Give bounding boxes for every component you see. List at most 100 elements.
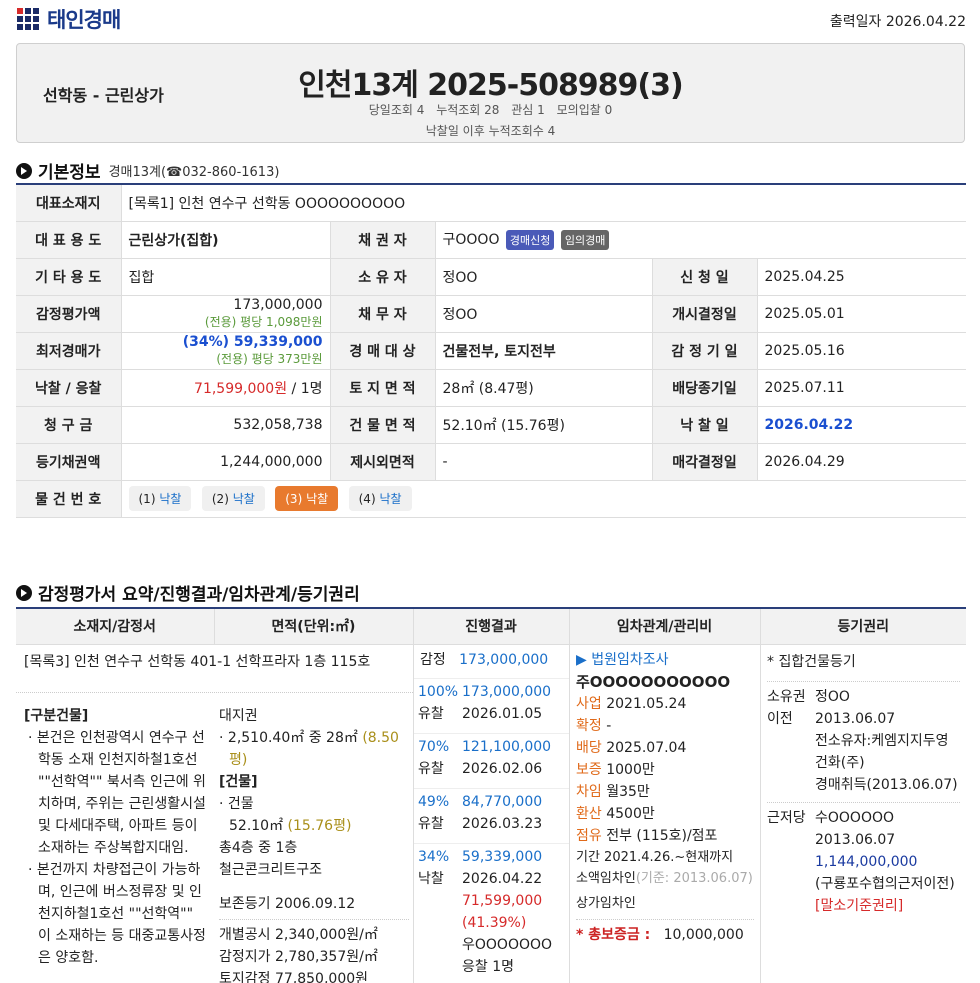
progress-column: 감정 173,000,000 100% 173,000,000 유찰 2026.01.…: [413, 643, 569, 983]
other-use-label: 기 타 용 도: [16, 258, 121, 296]
transfer-label: 이전: [767, 711, 793, 727]
min-price-cell: (34%) 59,339,000 (전용) 평당 373만원: [120, 332, 330, 370]
building-area: 52.10㎡ (15.76평): [434, 406, 652, 444]
item-no: (3): [285, 492, 303, 506]
owner: 정OO: [815, 689, 850, 705]
item-address: [목록3] 인천 연수구 선학동 401-1 선학프라자 1층 115호: [16, 643, 413, 693]
area-text: 2,510.40㎡ 중 28㎡: [227, 730, 358, 746]
stat-mock-bid: 모의입찰 0: [556, 103, 613, 117]
item-no: (4): [358, 492, 376, 506]
price: 121,100,000: [462, 739, 552, 755]
owner-label: 소 유 자: [329, 258, 435, 296]
apply-date: 2025.04.25: [756, 258, 966, 296]
official-price: 개별공시 2,340,000원/㎡: [219, 927, 378, 943]
val: -: [601, 718, 612, 734]
debtor-label: 채 무 자: [329, 295, 435, 333]
registry-detail: * 집합건물등기 소유권 정OO 이전 2013.06.07 전소유자:케엠지지두영…: [761, 643, 966, 917]
val: 4500만: [601, 806, 655, 822]
excluded-area-label: 제시외면적: [329, 443, 435, 481]
building-area-label: 건 물 면 적: [329, 406, 435, 444]
section-bullet-icon: [16, 162, 32, 179]
land-right-label: 대지권: [219, 708, 258, 724]
mortgage-date: 2013.06.07: [815, 832, 896, 848]
progress-round-4: 34% 59,339,000 낙찰 2026.04.22 71,599,000 (4…: [414, 844, 569, 978]
top-bar: 태인경매 출력일자 2026.04.22: [0, 0, 980, 40]
court-tenant-survey-link[interactable]: ▶ 법원임차조사: [576, 649, 754, 671]
key: 점유: [576, 828, 602, 844]
price: 173,000,000: [462, 684, 552, 700]
col-rent: 임차관계/관리비: [568, 607, 760, 645]
progress-round-2: 70% 121,100,000 유찰 2026.02.06: [414, 734, 569, 789]
item-status: 낙찰: [379, 492, 402, 506]
creditor-label: 채 권 자: [329, 221, 435, 259]
mortgage-note: (구룡포수협의근저이전): [815, 876, 955, 892]
logo[interactable]: 태인경매: [17, 4, 121, 34]
key: 확정: [576, 718, 602, 734]
badge-auction-apply: 경매신청: [505, 230, 555, 250]
key: 사업: [576, 696, 602, 712]
other-use: 집합: [120, 258, 330, 296]
status: 유찰: [418, 706, 444, 722]
print-date: 출력일자 2026.04.22: [829, 14, 966, 30]
progress-round-1: 100% 173,000,000 유찰 2026.01.05: [414, 679, 569, 734]
building-description: [구분건물] · 본건은 인천광역시 연수구 선학동 소재 인천지하철1호선 "…: [16, 705, 215, 969]
floor-info: 총4층 중 1층: [219, 840, 298, 856]
key: 배당: [576, 740, 602, 756]
status: 낙찰: [418, 871, 444, 887]
start-date: 2025.05.01: [756, 295, 966, 333]
excluded-area: -: [434, 443, 652, 481]
registry-column: * 집합건물등기 소유권 정OO 이전 2013.06.07 전소유자:케엠지지두영…: [760, 643, 966, 983]
min-price-per-pyeong: (전용) 평당 373만원: [216, 352, 323, 366]
sale-decision-label: 매각결정일: [651, 443, 757, 481]
building-area-row: 52.10㎡ (15.76평): [219, 815, 409, 837]
claim-amount: 532,058,738: [120, 406, 330, 444]
total-deposit-label: * 총보증금 :: [576, 927, 651, 943]
item-tab-4[interactable]: (4) 낙찰: [348, 486, 412, 511]
claim-label: 청 구 금: [16, 406, 121, 444]
key: 차임: [576, 784, 602, 800]
appraised-land-price: 감정지가 2,780,357원/㎡: [219, 949, 378, 965]
col-progress: 진행결과: [412, 607, 569, 645]
cancellation-base-right: [말소기준권리]: [815, 898, 904, 914]
bidder-count: / 1명: [287, 380, 323, 397]
area-detail: 대지권 · 2,510.40㎡ 중 28㎡ (8.50평) [건물] · 건물 …: [215, 705, 413, 983]
stat-interest: 관심 1: [511, 103, 545, 117]
appraisal-date: 2025.05.16: [756, 332, 966, 370]
date: 2026.02.06: [462, 761, 543, 777]
location-appraisal-column: [목록3] 인천 연수구 선학동 401-1 선학프라자 1층 115호 [구분…: [16, 643, 413, 983]
winning-bid: 71,599,000원: [194, 380, 288, 397]
date: 2026.01.05: [462, 706, 543, 722]
basic-info-title: 기본정보: [38, 163, 101, 183]
land-area-label: 토 지 면 적: [329, 369, 435, 407]
case-header: 선학동 - 근린상가 인천13계 2025-508989(3) 당일조회 4 누…: [16, 43, 965, 143]
desc-paragraph-2: · 본건까지 차량접근이 가능하며, 인근에 버스정류장 및 인천지하철1호선 …: [28, 862, 206, 966]
appraisal-label: 감정평가액: [16, 295, 121, 333]
appraisal-per-pyeong: (전용) 평당 1,098만원: [204, 315, 323, 329]
stat-today: 당일조회 4: [368, 103, 425, 117]
status: 유찰: [418, 761, 444, 777]
item-tab-1[interactable]: (1) 낙찰: [128, 486, 192, 511]
building-label: [건물]: [219, 774, 258, 790]
item-number-label: 물 건 번 호: [16, 480, 121, 518]
sold-date-label: 낙 찰 일: [651, 406, 757, 444]
item-tabs: (1) 낙찰 (2) 낙찰 (3) 낙찰 (4) 낙찰: [120, 480, 966, 518]
creditor-cell: 구OOOO 경매신청 임의경매: [434, 221, 966, 259]
item-tab-2[interactable]: (2) 낙찰: [201, 486, 265, 511]
item-tab-3[interactable]: (3) 낙찰: [275, 486, 339, 511]
logo-text: 태인경매: [47, 8, 121, 32]
winning-rate: (41.39%): [462, 915, 527, 931]
bid-label: 낙찰 / 응찰: [16, 369, 121, 407]
small-tenant-basis: (기준: 2013.06.07): [635, 871, 753, 886]
auction-target: 건물전부, 토지전부: [434, 332, 652, 370]
desc-paragraph-1: · 본건은 인천광역시 연수구 선학동 소재 인천지하철1호선 ""선학역"" …: [28, 730, 206, 856]
prior-owner: 전소유자:케엠지지두영건화(주): [815, 733, 949, 771]
val: 1000만: [601, 762, 655, 778]
min-price-value: (34%) 59,339,000: [182, 334, 323, 350]
apply-date-label: 신 청 일: [651, 258, 757, 296]
item-status: 낙찰: [232, 492, 255, 506]
registered-claim-label: 등기채권액: [16, 443, 121, 481]
val: 2025.07.04: [601, 740, 687, 756]
progress-appraisal: 감정 173,000,000: [414, 643, 569, 679]
date: 2026.04.22: [462, 871, 543, 887]
item-status: 낙찰: [159, 492, 182, 506]
